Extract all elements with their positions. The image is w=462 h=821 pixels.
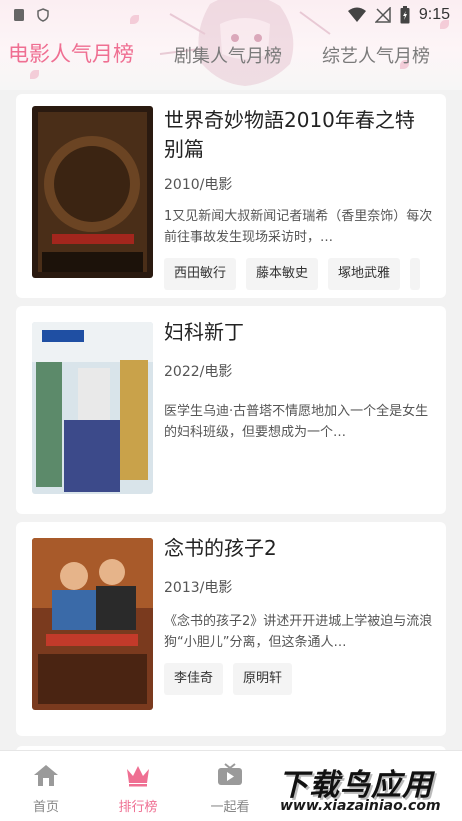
nav-watch-together-label: 一起看 <box>210 800 250 815</box>
nav-watch-together[interactable]: 一起看 <box>200 763 260 815</box>
cast-tag[interactable]: 塚地武雅 <box>328 258 401 290</box>
movie-card[interactable]: 世界奇妙物語2010年春之特别篇 2010/电影 1又见新闻大叔新闻记者瑞希（香… <box>16 94 446 298</box>
tab-variety-monthly[interactable]: 综艺人气月榜 <box>322 42 430 68</box>
movie-poster <box>32 322 153 494</box>
tab-bar: 电影人气月榜 剧集人气月榜 综艺人气月榜 <box>0 38 462 74</box>
cast-tag[interactable] <box>410 258 421 290</box>
movie-title: 妇科新丁 <box>164 320 244 344</box>
tv-icon <box>218 763 242 785</box>
no-signal-icon <box>374 7 391 23</box>
movie-title: 念书的孩子2 <box>164 536 277 560</box>
movie-title: 世界奇妙物語2010年春之特别篇 <box>164 108 415 161</box>
movie-poster <box>32 538 153 710</box>
shield-icon <box>37 8 49 22</box>
cast-tag[interactable]: 藤本敏史 <box>246 258 319 290</box>
movie-card[interactable]: 妇科新丁 2022/电影 医学生乌迪·古普塔不情愿地加入一个全是女生的妇科班级，… <box>16 306 446 514</box>
watermark-url: www.xiazainiao.com <box>280 798 441 814</box>
site-watermark: 下载鸟应用 www.xiazainiao.com <box>276 758 460 818</box>
nav-ranking[interactable]: 排行榜 <box>108 763 168 815</box>
movie-info: 妇科新丁 2022/电影 医学生乌迪·古普塔不情愿地加入一个全是女生的妇科班级，… <box>164 318 434 443</box>
movie-info: 念书的孩子2 2013/电影 《念书的孩子2》讲述开开进城上学被迫与流浪狗“小胆… <box>164 534 434 695</box>
cast-tags: 李佳奇 原明轩 <box>164 663 434 695</box>
battery-charging-icon <box>400 6 410 24</box>
movie-poster <box>32 106 153 278</box>
movie-meta: 2022/电影 <box>164 364 233 380</box>
sim-card-icon <box>14 9 24 21</box>
movie-description: 《念书的孩子2》讲述开开进城上学被迫与流浪狗“小胆儿”分离，但这条通人… <box>164 614 433 650</box>
movie-description: 医学生乌迪·古普塔不情愿地加入一个全是女生的妇科班级，但要想成为一个… <box>164 404 429 440</box>
movie-description: 1又见新闻大叔新闻记者瑞希（香里奈饰）每次前往事故发生现场采访时，… <box>164 209 433 245</box>
wifi-icon <box>347 7 366 22</box>
movie-card[interactable]: 念书的孩子2 2013/电影 《念书的孩子2》讲述开开进城上学被迫与流浪狗“小胆… <box>16 522 446 736</box>
cast-tag[interactable]: 西田敏行 <box>164 258 237 290</box>
movie-info: 世界奇妙物語2010年春之特别篇 2010/电影 1又见新闻大叔新闻记者瑞希（香… <box>164 106 434 290</box>
status-bar: 9:15 <box>0 0 462 30</box>
nav-home-label: 首页 <box>32 800 59 815</box>
status-time: 9:15 <box>418 6 450 23</box>
home-icon <box>34 765 58 786</box>
movie-meta: 2010/电影 <box>164 177 233 193</box>
header: 9:15 电影人气月榜 剧集人气月榜 综艺人气月榜 <box>0 0 462 90</box>
ranking-list[interactable]: 世界奇妙物語2010年春之特别篇 2010/电影 1又见新闻大叔新闻记者瑞希（香… <box>0 90 462 750</box>
movie-meta: 2013/电影 <box>164 580 233 596</box>
crown-icon <box>127 766 149 787</box>
cast-tag[interactable]: 李佳奇 <box>164 663 224 695</box>
nav-ranking-label: 排行榜 <box>118 800 158 815</box>
tab-movie-monthly[interactable]: 电影人气月榜 <box>8 38 134 68</box>
tab-series-monthly[interactable]: 剧集人气月榜 <box>174 42 282 68</box>
cast-tags: 西田敏行 藤本敏史 塚地武雅 <box>164 258 434 290</box>
nav-home[interactable]: 首页 <box>16 763 76 815</box>
cast-tag[interactable]: 原明轩 <box>233 663 293 695</box>
